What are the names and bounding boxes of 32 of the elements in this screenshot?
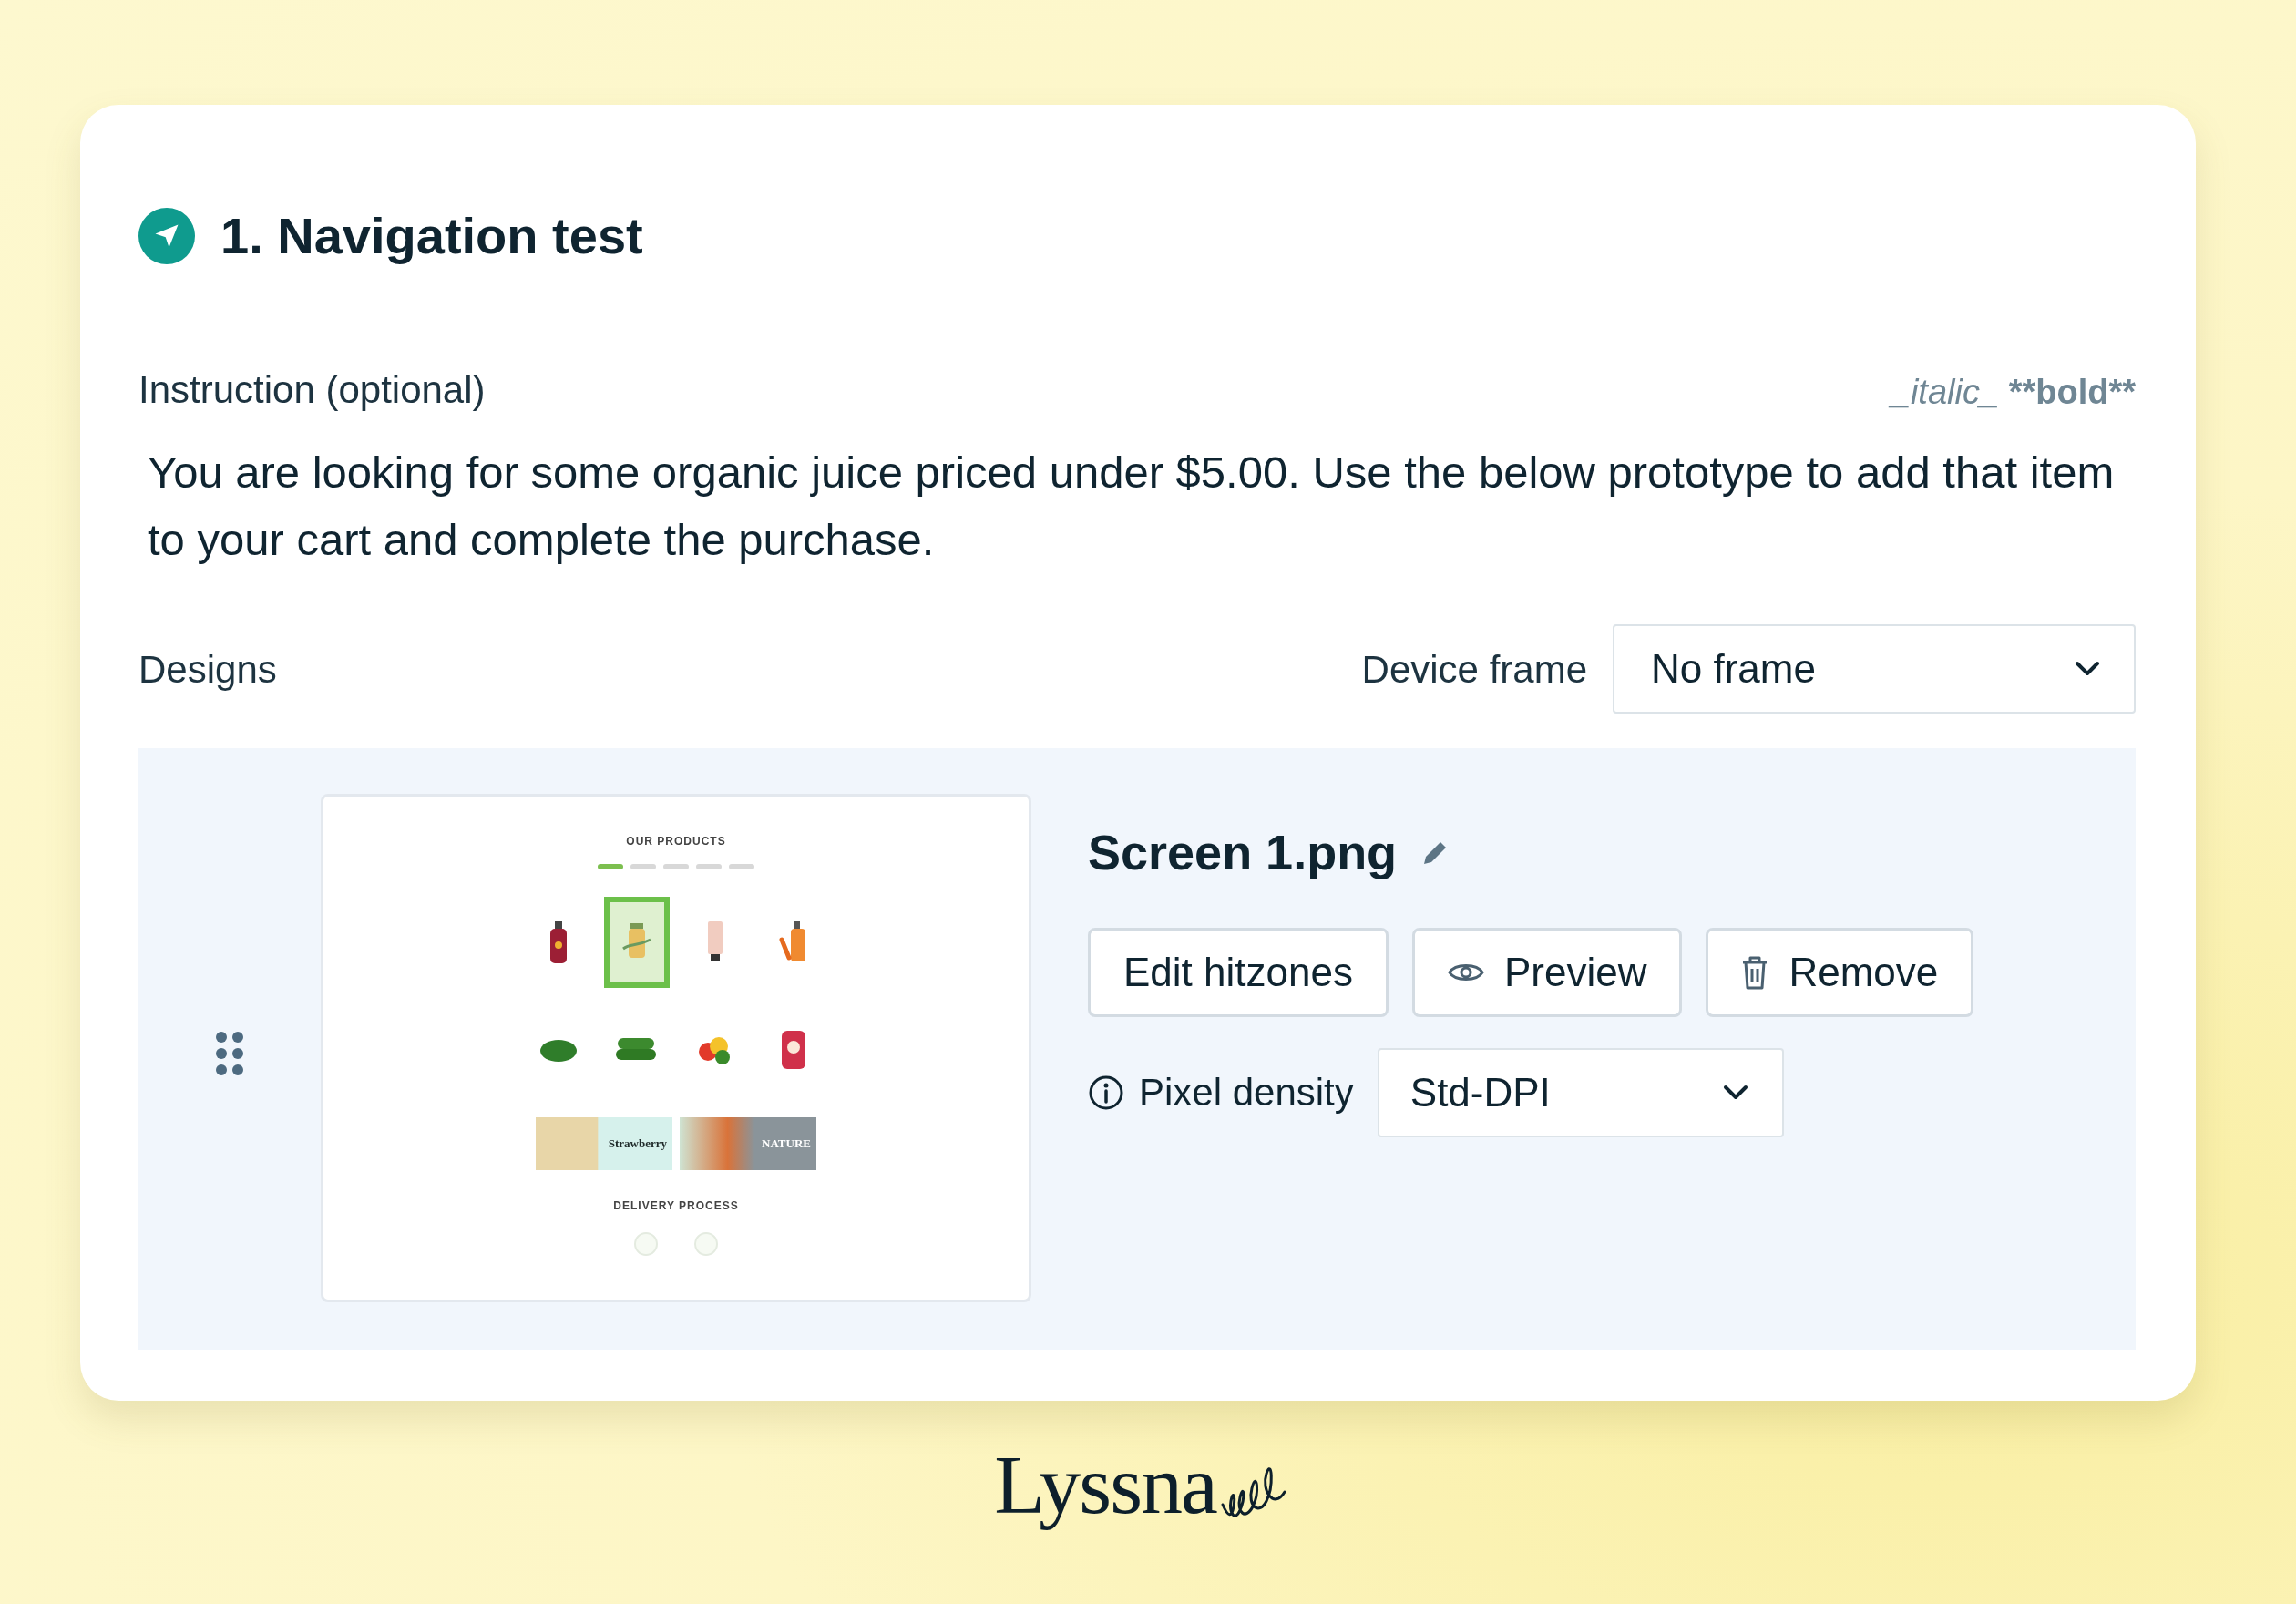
filter-tab bbox=[598, 864, 623, 870]
action-button[interactable]: Edit hitzones bbox=[1088, 928, 1389, 1017]
pixel-density-select[interactable]: Std-DPI bbox=[1377, 1048, 1784, 1137]
product-icon bbox=[706, 921, 724, 964]
drag-handle-icon[interactable] bbox=[215, 1031, 244, 1077]
device-frame-label: Device frame bbox=[1361, 646, 1587, 693]
product-icon bbox=[780, 1029, 807, 1072]
product-tile[interactable] bbox=[604, 897, 670, 989]
instruction-text[interactable]: You are looking for some organic juice priced under $5.00. Use the below prototype to add that item to your cart and complete the purchase. bbox=[138, 438, 2136, 574]
filter-tab bbox=[663, 864, 689, 870]
design-thumbnail[interactable]: OUR PRODUCTS Strawberry NATURE DELIVERY PROCESS bbox=[321, 794, 1031, 1303]
remove-button[interactable]: Remove bbox=[1706, 928, 1974, 1017]
file-name: Screen 1.png bbox=[1088, 824, 1398, 882]
section-heading: OUR PRODUCTS bbox=[626, 834, 726, 850]
trash-icon bbox=[1741, 955, 1769, 990]
promo-banner: NATURE bbox=[680, 1117, 816, 1171]
chevron-down-icon bbox=[1721, 1084, 1749, 1102]
task-title: 1. Navigation test bbox=[220, 206, 643, 266]
device-frame-select[interactable]: No frame bbox=[1613, 624, 2136, 715]
product-icon bbox=[548, 921, 569, 964]
pixel-density-label: Pixel density bbox=[1139, 1070, 1354, 1116]
section-heading: DELIVERY PROCESS bbox=[613, 1198, 739, 1215]
designs-label: Designs bbox=[138, 646, 277, 693]
preview-button[interactable]: Preview bbox=[1411, 928, 1683, 1017]
filter-tab bbox=[630, 864, 656, 870]
promo-banner: Strawberry bbox=[536, 1117, 672, 1171]
filter-tab bbox=[696, 864, 722, 870]
filter-tab bbox=[729, 864, 754, 870]
instruction-label: Instruction (optional) bbox=[138, 367, 486, 414]
step-icon bbox=[694, 1232, 718, 1257]
step-icon bbox=[634, 1232, 658, 1257]
info-icon bbox=[1088, 1074, 1124, 1111]
